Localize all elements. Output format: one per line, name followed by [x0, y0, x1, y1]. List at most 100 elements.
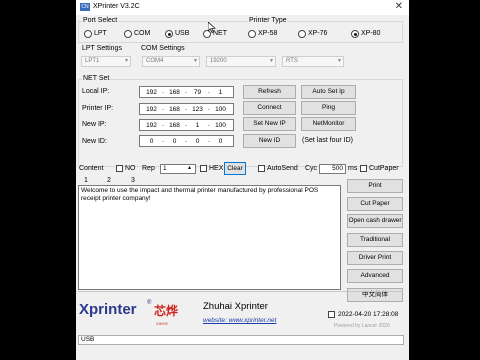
- advanced-button[interactable]: Advanced: [347, 269, 403, 283]
- local-ip-label: Local IP:: [82, 88, 110, 95]
- com-settings-label: COM Settings: [141, 45, 185, 52]
- autosend-checkbox[interactable]: [258, 165, 265, 172]
- ip-dot: .: [162, 105, 164, 112]
- ip-octet: 168: [169, 106, 180, 113]
- clear-button[interactable]: Clear: [224, 162, 246, 175]
- connect-button[interactable]: Connect: [243, 101, 296, 115]
- chevron-down-icon: ▾: [337, 58, 341, 64]
- registered-mark: ®: [147, 300, 152, 306]
- com-port-select[interactable]: COM4 ▾: [142, 56, 200, 67]
- tab-1[interactable]: 1: [84, 177, 88, 184]
- ip-dot: .: [208, 88, 210, 95]
- ip-dot: .: [162, 137, 164, 144]
- printer-ip-input[interactable]: 192. 168. 123. 100: [139, 103, 234, 115]
- refresh-button[interactable]: Refresh: [243, 85, 296, 99]
- hex-checkbox[interactable]: [200, 165, 207, 172]
- autosend-label: AutoSend: [267, 165, 298, 172]
- set-last-id-hint: (Set last four ID): [302, 137, 353, 144]
- brand-chinese-sub: XINYE: [156, 321, 169, 326]
- ip-dot: .: [185, 137, 187, 144]
- new-ip-label: New IP:: [82, 121, 107, 128]
- id-octet: 0: [218, 138, 223, 145]
- cut-paper-button[interactable]: Cut Paper: [347, 197, 403, 211]
- brand-chinese-logo: 芯烨: [154, 304, 179, 318]
- radio-port-lpt-label: LPT: [94, 30, 107, 37]
- open-cash-drawer-button[interactable]: Open cash drawer: [347, 214, 403, 228]
- ip-octet: 100: [215, 106, 226, 113]
- footer-divider: [78, 291, 403, 292]
- ip-octet: 192: [146, 89, 157, 96]
- chevron-down-icon: ▾: [193, 58, 197, 64]
- chevron-down-icon: ▾: [124, 58, 128, 64]
- flow-control-value: RTS: [286, 58, 298, 64]
- ip-octet: 168: [169, 89, 180, 96]
- radio-type-xp80[interactable]: [351, 30, 359, 38]
- new-ip-input[interactable]: 192. 168. 1. 100: [139, 119, 234, 131]
- title-bar: CN XPrinter V3.2C ✕: [76, 0, 409, 15]
- radio-type-xp58-label: XP-58: [258, 30, 278, 37]
- mouse-pointer-icon: [208, 22, 216, 33]
- ip-octet: 100: [215, 122, 226, 129]
- radio-type-xp76-label: XP-76: [308, 30, 328, 37]
- radio-port-com-label: COM: [134, 30, 151, 37]
- chevron-down-icon: ▾: [269, 58, 273, 64]
- id-octet: 0: [172, 138, 177, 145]
- content-textarea[interactable]: Welcome to use the impact and thermal pr…: [78, 185, 341, 290]
- radio-type-xp58[interactable]: [248, 30, 256, 38]
- netmonitor-button[interactable]: NetMonitor: [301, 117, 356, 131]
- rep-spinner-icon[interactable]: ▴: [188, 164, 191, 171]
- radio-port-lpt[interactable]: [84, 30, 92, 38]
- printer-ip-label: Printer IP:: [82, 105, 114, 112]
- baud-rate-value: 19200: [210, 58, 227, 64]
- radio-port-usb[interactable]: [165, 30, 173, 38]
- ip-octet: 1: [218, 89, 223, 96]
- net-set-label: NET Set: [82, 75, 111, 82]
- company-name: Zhuhai Xprinter: [203, 301, 268, 312]
- ip-octet: 192: [146, 106, 157, 113]
- ip-dot: .: [185, 88, 187, 95]
- xprinter-window: CN XPrinter V3.2C ✕ Port Select Printer …: [76, 0, 409, 360]
- content-label: Content: [79, 165, 104, 172]
- flow-control-select[interactable]: RTS ▾: [282, 56, 344, 67]
- print-button[interactable]: Print: [347, 179, 403, 193]
- rep-label: Rep: [142, 165, 155, 172]
- new-id-label: New ID:: [82, 138, 107, 145]
- ip-dot: .: [162, 88, 164, 95]
- powered-by-label: Powered by Lancer 2020: [334, 323, 390, 329]
- printer-type-label: Printer Type: [248, 17, 288, 24]
- tab-3[interactable]: 3: [131, 177, 135, 184]
- ip-dot: .: [208, 105, 210, 112]
- close-icon[interactable]: ✕: [395, 1, 403, 12]
- lpt-port-select[interactable]: LPT1 ▾: [81, 56, 131, 67]
- tab-2[interactable]: 2: [107, 177, 111, 184]
- ip-dot: .: [162, 121, 164, 128]
- auto-set-ip-button[interactable]: Auto Set Ip: [301, 85, 356, 99]
- ms-label: ms: [348, 165, 358, 172]
- cutpaper-checkbox[interactable]: [360, 165, 367, 172]
- datetime-label: 2022-04-20 17:28:08: [338, 311, 399, 318]
- radio-type-xp76[interactable]: [298, 30, 306, 38]
- new-id-input[interactable]: 0. 0. 0. 0: [139, 135, 234, 147]
- baud-rate-select[interactable]: 19200 ▾: [206, 56, 276, 67]
- cyc-input[interactable]: 500: [319, 164, 346, 174]
- datetime-checkbox[interactable]: [328, 311, 335, 318]
- id-octet: 0: [149, 138, 154, 145]
- ip-octet: 79: [193, 89, 202, 96]
- radio-port-com[interactable]: [124, 30, 132, 38]
- no-checkbox[interactable]: [116, 165, 123, 172]
- new-id-button[interactable]: New ID: [243, 134, 296, 148]
- ip-octet: 168: [169, 122, 180, 129]
- radio-port-usb-label: USB: [175, 30, 190, 37]
- brand-logo-text: Xprinter: [79, 301, 137, 318]
- driver-print-button[interactable]: Driver Print: [347, 251, 403, 265]
- status-bar: USB: [78, 335, 404, 345]
- com-port-value: COM4: [146, 58, 164, 64]
- app-icon: CN: [80, 3, 90, 11]
- set-new-ip-button[interactable]: Set New IP: [243, 117, 296, 131]
- traditional-button[interactable]: Traditional: [347, 233, 403, 247]
- ping-button[interactable]: Ping: [301, 101, 356, 115]
- id-octet: 0: [195, 138, 200, 145]
- website-link[interactable]: website: www.xprinter.net: [203, 317, 276, 324]
- ip-dot: .: [208, 137, 210, 144]
- local-ip-input[interactable]: 192. 168. 79. 1: [139, 86, 234, 98]
